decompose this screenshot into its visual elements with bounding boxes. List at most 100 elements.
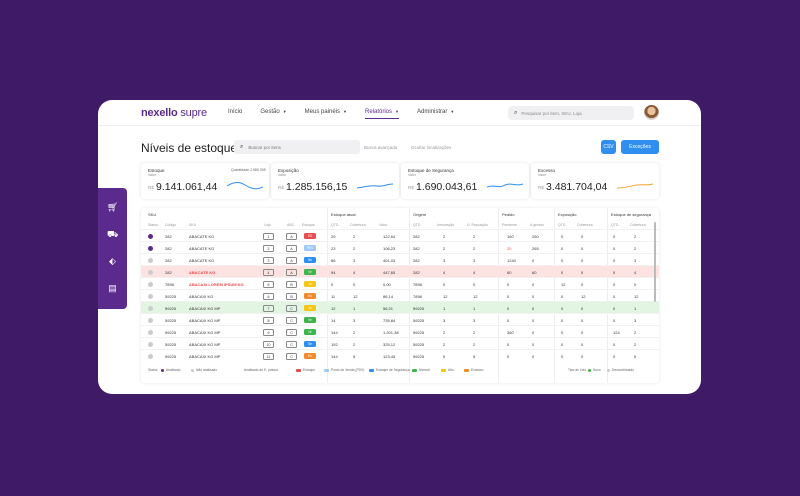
kpi-quantity: Quantidade 2.589.395 [231,168,266,172]
store-box: 4 [263,268,274,276]
cell-val: 325,12 [383,342,396,347]
column-header[interactable]: Pendente [502,223,517,227]
column-header[interactable]: Cobertura [630,223,646,227]
column-header[interactable]: SKU [189,223,196,227]
app-window: nexello supre Início Gestão ▼ Meus painéis ▼… [98,100,701,394]
cell-o2: 12 [443,294,448,299]
cell-o3: 3 [473,258,476,263]
column-header[interactable]: A gerado [530,223,544,227]
cell-cob: 5 [353,354,356,359]
column-header[interactable]: Valor [379,223,387,227]
chevron-down-icon: ▼ [395,109,399,114]
cell-q: 0 [331,282,334,287]
advanced-search-link[interactable]: Busca avançada [364,145,397,150]
kpi-card: Estoque de Segurança Valor R$ 1.690.043,61 [401,163,529,199]
nav-item[interactable]: Meus painéis ▼ [305,109,347,119]
barcode-icon[interactable]: ▤ [107,283,118,294]
abc-box: C [286,316,297,324]
legend-estoque-label: Analisado de E. possui: [244,368,278,372]
kpi-currency: R$ [538,185,544,190]
cell-o3: 0 [473,282,476,287]
cell-val: 122,64 [383,234,396,239]
tag-icon[interactable]: ⬖ [107,256,118,267]
cell-p1: 360 [507,330,514,335]
cell-o3: 2 [473,234,476,239]
brand-logo[interactable]: nexello supre [141,107,207,119]
legend-analisado: Analisado [161,368,180,372]
table-row[interactable]: 59225 ABACAXI KG MP 9 C Nr 144 2 1.201,38 59225 2… [141,325,659,337]
column-header[interactable]: Inmovação [437,223,454,227]
legend-status: Status [148,368,157,372]
legend-swatch [464,368,469,372]
cell-o1: 59225 [413,318,425,323]
cell-p1: 0 [507,354,510,359]
table-row[interactable]: 282 ABACATE KG 4 A Nr 94 4 447,65 282 4 4 60 60 0 0 0 4 [141,265,659,277]
table-row[interactable]: 282 ABACATE KG 3 A Se 86 3 401,03 282 3 3 1240 0 0 0 0 3 [141,253,659,265]
table-row[interactable]: 59225 ABACAXI KG MP 8 C Nr 14 3 735,84 59225 3 3 0 0… [141,313,659,325]
truck-icon[interactable]: ⛟ [107,229,118,240]
cell-o2: 4 [443,270,446,275]
column-header[interactable]: QTD [331,223,338,227]
legend-item-text: Alto [448,368,454,372]
nao-analisado-dot [191,368,194,372]
cell-p2: 0 [532,354,535,359]
column-header[interactable]: Cobertura [350,223,366,227]
kpi-currency: R$ [148,185,154,190]
nav-item[interactable]: Início [228,109,242,119]
table-row[interactable]: 282 ABACATE KG 1 A ES 29 2 122,64 282 2 2 160 250 0 0 0… [141,229,659,241]
legend-swatch [324,368,329,372]
kpi-currency: R$ [278,185,284,190]
column-header[interactable]: Código [165,223,176,227]
column-header[interactable]: Loja [264,223,271,227]
cell-s1: 0 [613,270,616,275]
column-header[interactable]: Estoque [302,223,315,227]
table-row[interactable]: 59225 ABACAXI KG MP 10 C Se 192 2 325,12 59225 2 2… [141,337,659,349]
nav-item[interactable]: Administrar ▼ [417,109,454,119]
column-header[interactable]: QTD [413,223,420,227]
hide-locations-link[interactable]: Ocultar localizações [411,145,451,150]
csv-button[interactable]: CSV [601,140,616,154]
cell-q: 144 [331,330,338,335]
exceptions-button[interactable]: Exceções [621,140,659,154]
column-header[interactable]: Cobertura [577,223,593,227]
cell-e2: 0 [581,354,584,359]
column-header[interactable]: Ú. Reposição [467,223,488,227]
nav-item[interactable]: Relatórios ▼ [365,109,399,119]
status-dot [148,257,153,263]
cart-icon[interactable]: 🛒︎ [107,202,118,213]
cell-s1: 0 [613,258,616,263]
table-row[interactable]: 59225 ABACAXI KG MP 11 C Ex 144 5 123,45 59225 5 5… [141,349,659,361]
store-box: 5 [263,280,274,288]
cell-cob: 2 [353,330,356,335]
cell-o2: 0 [443,282,446,287]
cell-o1: 7898 [413,282,422,287]
cell-code: 59225 [165,342,177,347]
column-header[interactable]: ABC [287,223,294,227]
legend-descontinuado-text: Descontinuado [612,368,634,372]
cell-e1: 0 [561,246,564,251]
table-row[interactable]: 7898 ABACAXI LOREM IPSUM KG 5 B Al 0 0 0,00 7898… [141,277,659,289]
column-header[interactable]: QTD [558,223,565,227]
kpi-subtitle: Valor [278,173,286,177]
cell-q: 144 [331,354,338,359]
group-header: Origem [413,212,427,217]
global-search-input[interactable]: ⌕ Pesquisar por item, SKU, Loja [508,106,634,120]
kpi-card: Exposição Valor R$ 1.285.156,15 [271,163,399,199]
table-row[interactable]: 59225 ABACAXI KG 6 B Ex 11 12 86,14 7898 12 12 0 0 0 1… [141,289,659,301]
cell-s2: 4 [634,270,637,275]
kpi-value: 9.141.061,44 [156,181,218,193]
column-header[interactable]: QTD [611,223,618,227]
avatar[interactable] [644,105,659,120]
cell-q: 12 [331,306,336,311]
nav-item[interactable]: Gestão ▼ [260,109,286,119]
cell-cob: 2 [353,342,356,347]
scrollbar[interactable] [654,222,656,302]
abc-box: A [286,244,297,252]
column-header[interactable]: Status [148,223,158,227]
table-row[interactable]: 59225 ABACAXI KG MP 7 C Al 12 1 56,21 59225 1 1 0 0 0… [141,301,659,313]
kpi-subtitle: Valor [538,173,546,177]
legend-nao-analisado-text: Não analisado [196,368,218,372]
item-search-input[interactable]: ⌕ Buscar por itens [234,140,360,154]
table-row[interactable]: 282 ABACATE KG 2 A PDV 23 2 106,23 282 2 2 20 265 0 0 0… [141,241,659,253]
cell-o3: 5 [473,354,476,359]
